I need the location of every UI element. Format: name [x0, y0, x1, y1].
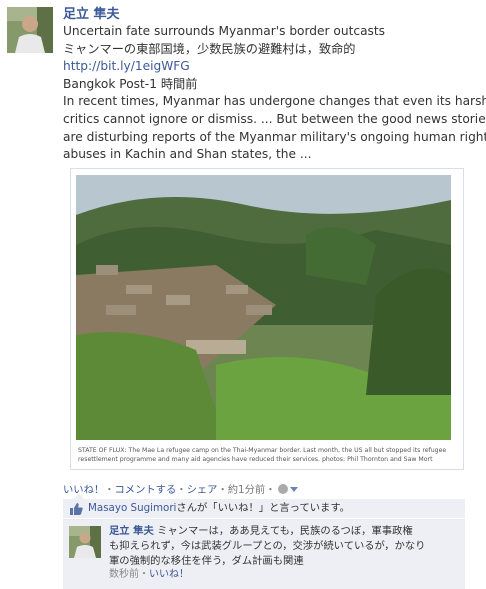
globe-icon[interactable]: [277, 484, 288, 494]
comment-text-line: も抑えられず，今は武装グループとの，交渉が続いているが，かなり: [109, 539, 426, 552]
likes-summary: Masayo Sugimoriさんが「いいね！」と言っています。: [63, 499, 465, 518]
author-avatar[interactable]: [7, 7, 53, 53]
post-title-en: Uncertain fate surrounds Myanmar's borde…: [63, 24, 386, 38]
comment-link[interactable]: コメントする: [114, 484, 176, 496]
separator: ・: [176, 484, 187, 496]
comment-text-line: 軍の強制的な移住を伴う，ダム計画も関連: [109, 554, 304, 567]
post-title-ja: ミャンマーの東部国境，少数民族の避難村は，致命的: [63, 41, 356, 56]
comment-body: 足立 隼夫 ミャンマーは，ああ見えても，民族のるつぼ，軍事政権 も抑えられず，今…: [109, 524, 463, 583]
post-excerpt-line: In recent times, Myanmar has undergone c…: [63, 94, 486, 109]
post-excerpt-line: are disturbing reports of the Myanmar mi…: [63, 129, 486, 144]
likes-suffix: さんが「いいね！」と言っています。: [176, 502, 350, 514]
post-timestamp[interactable]: 約1分前: [228, 484, 265, 496]
liker-name-link[interactable]: Masayo Sugimori: [88, 502, 176, 514]
photo-caption: STATE OF FLUX: The Mae La refugee camp o…: [78, 446, 458, 464]
chevron-down-icon[interactable]: [289, 487, 298, 492]
post-body: Uncertain fate surrounds Myanmar's borde…: [63, 23, 486, 164]
comment-text-line: ミャンマーは，ああ見えても，民族のるつぼ，軍事政権: [157, 525, 413, 537]
post-excerpt-line: abuses in Kachin and Shan states, the ..…: [63, 147, 312, 162]
separator: ・: [265, 484, 276, 496]
post-excerpt-line: critics cannot ignore or dismiss. ... Bu…: [63, 111, 486, 126]
post-link[interactable]: http://bit.ly/1eigWFG: [63, 59, 190, 73]
photo-caption-line: STATE OF FLUX: The Mae La refugee camp o…: [78, 447, 447, 454]
separator: ・: [139, 569, 149, 581]
shared-photo[interactable]: [76, 175, 451, 440]
post-source-time: Bangkok Post-1 時間前: [63, 76, 198, 91]
comment-timestamp[interactable]: 数秒前: [109, 569, 139, 580]
commenter-avatar[interactable]: [69, 526, 101, 558]
post-author-name[interactable]: 足立 隼夫: [63, 3, 120, 22]
commenter-name-link[interactable]: 足立 隼夫: [109, 525, 154, 537]
comment-item: 足立 隼夫 ミャンマーは，ああ見えても，民族のるつぼ，軍事政権 も抑えられず，今…: [63, 519, 465, 589]
separator: ・: [104, 484, 115, 496]
share-link[interactable]: シェア: [187, 484, 218, 496]
separator: ・: [217, 484, 228, 496]
comment-like-link[interactable]: いいね！: [149, 569, 189, 580]
comment-meta: 数秒前・いいね！: [109, 568, 463, 583]
photo-caption-line: resettlement programme and many aid agen…: [78, 456, 433, 463]
post-action-bar: いいね！・コメントする・シェア・約1分前・: [63, 481, 298, 496]
